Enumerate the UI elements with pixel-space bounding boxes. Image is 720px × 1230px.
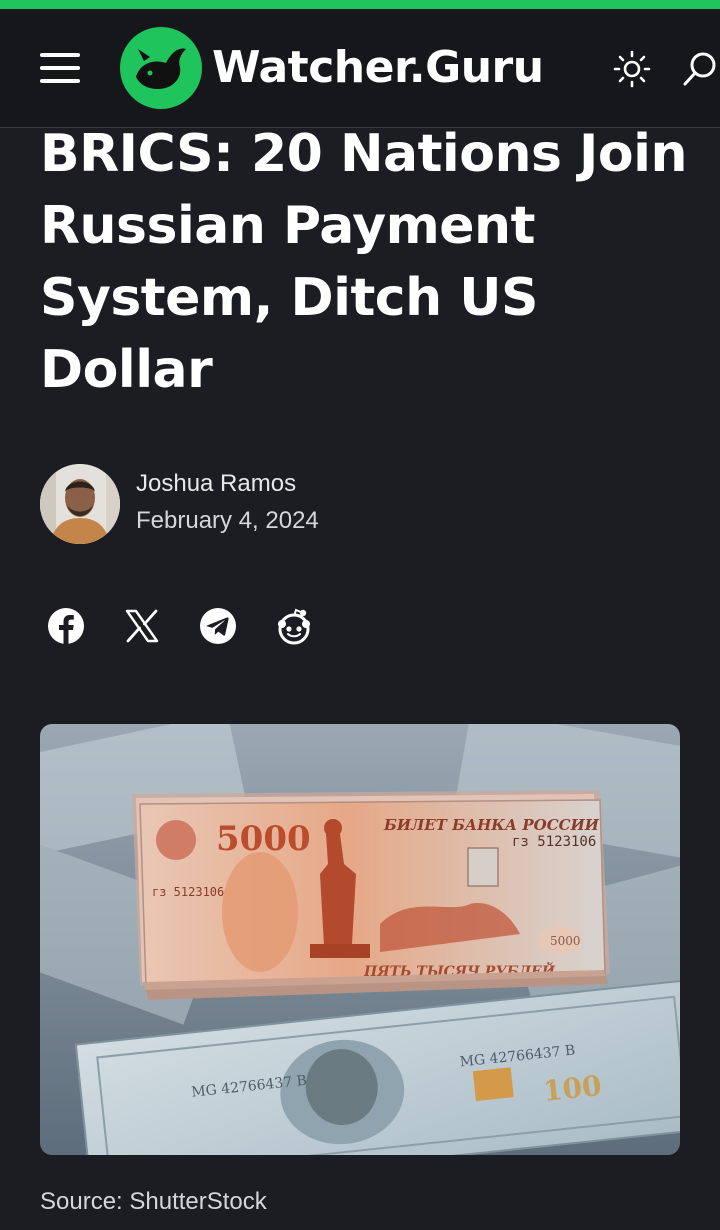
post-date: February 4, 2024 — [136, 507, 319, 534]
article-hero-image: MG 42766437 B MG 42766437 B 100 5000 гз … — [40, 724, 680, 1155]
svg-text:гз 5123106: гз 5123106 — [152, 885, 224, 899]
x-icon[interactable] — [120, 604, 164, 648]
banknote-serial: гз 5123106 — [512, 834, 596, 850]
image-source-caption: Source: ShutterStock — [40, 1188, 267, 1215]
whale-logo-icon[interactable] — [120, 27, 202, 109]
author-name[interactable]: Joshua Ramos — [136, 470, 296, 498]
dollar-denomination: 100 — [542, 1069, 604, 1108]
svg-text:5000: 5000 — [550, 934, 581, 948]
site-header: Watcher.Guru — [0, 9, 720, 128]
reddit-icon[interactable] — [272, 604, 316, 648]
sun-icon[interactable] — [612, 49, 652, 89]
hamburger-menu-icon[interactable] — [38, 51, 82, 85]
site-logo-text[interactable]: Watcher.Guru — [212, 41, 544, 95]
search-icon[interactable] — [680, 49, 720, 89]
article-title: BRICS: 20 Nations Join Russian Payment S… — [40, 124, 687, 400]
telegram-icon[interactable] — [196, 604, 240, 648]
author-avatar[interactable] — [40, 464, 120, 544]
banknote-header: БИЛЕТ БАНКА РОССИИ — [383, 816, 600, 834]
facebook-icon[interactable] — [44, 604, 88, 648]
accent-bar — [0, 0, 720, 9]
